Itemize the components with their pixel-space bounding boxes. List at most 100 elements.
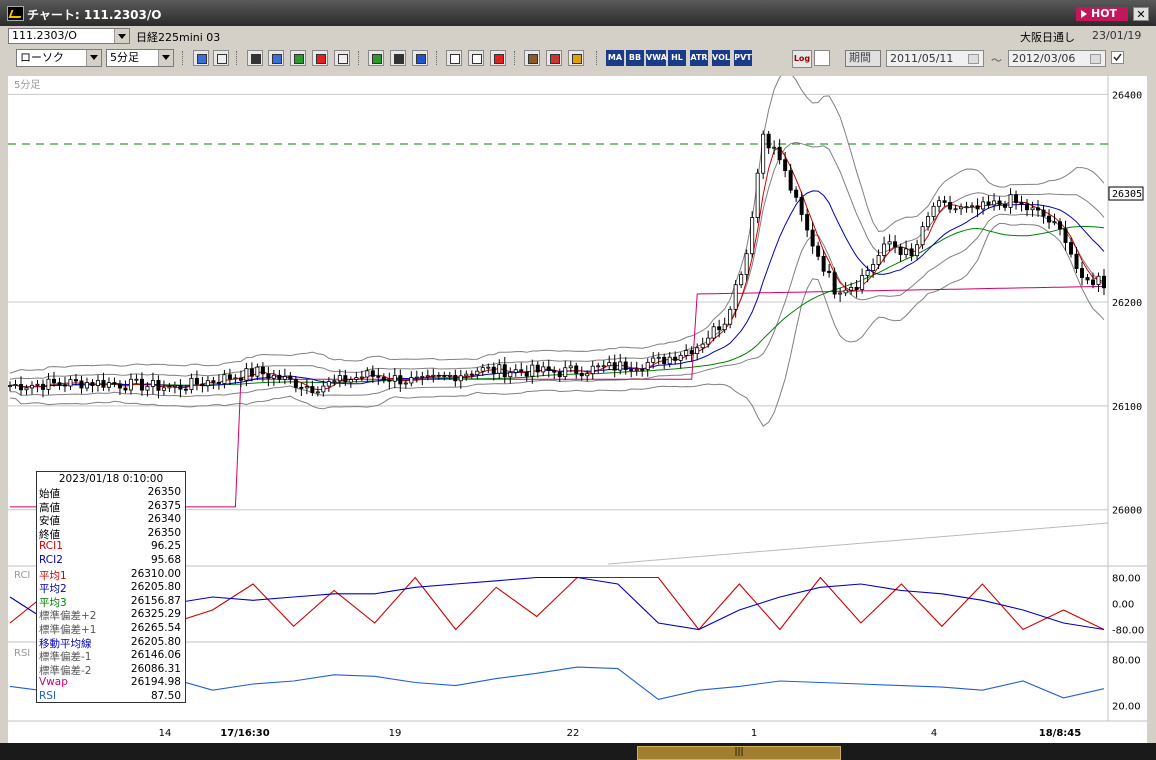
indicator-button-ma[interactable]: MA bbox=[606, 50, 624, 66]
wrench-icon[interactable] bbox=[546, 50, 562, 66]
candle-body bbox=[706, 337, 711, 345]
candle-body bbox=[1008, 194, 1013, 208]
candle-body bbox=[728, 308, 733, 325]
chevron-down-icon[interactable] bbox=[158, 50, 173, 66]
candle-body bbox=[227, 374, 232, 380]
indicator-button-pvt[interactable]: PVT bbox=[734, 50, 752, 66]
candle-body bbox=[557, 371, 562, 377]
x-axis-label: 4 bbox=[931, 728, 937, 739]
warning-icon[interactable] bbox=[334, 50, 350, 66]
chevron-down-icon[interactable] bbox=[86, 50, 101, 66]
toolbar-separator bbox=[236, 51, 239, 65]
calendar-icon[interactable] bbox=[968, 54, 979, 64]
info-key: RCI2 bbox=[39, 554, 63, 566]
palette-icon[interactable] bbox=[568, 50, 584, 66]
candle-body bbox=[755, 172, 760, 218]
hot-button[interactable]: HOT bbox=[1076, 7, 1128, 21]
candle-body bbox=[359, 376, 364, 379]
candle-body bbox=[134, 378, 139, 381]
grab-icon-glyph bbox=[251, 54, 261, 64]
calendar-icon[interactable] bbox=[1090, 54, 1101, 64]
info-row: 平均2 26205.80 bbox=[39, 581, 181, 595]
candle-body bbox=[563, 367, 568, 377]
candle-right-icon[interactable] bbox=[468, 50, 484, 66]
date-to-field[interactable]: 2012/03/06 bbox=[1008, 50, 1106, 67]
candle-body bbox=[315, 391, 320, 394]
candle-body bbox=[1063, 228, 1068, 243]
chart-type-select[interactable]: ローソク bbox=[16, 49, 102, 67]
crosshair-icon[interactable] bbox=[213, 50, 229, 66]
candle-body bbox=[805, 214, 810, 231]
candle-body bbox=[1025, 203, 1030, 211]
candle-body bbox=[678, 354, 683, 361]
candle-body bbox=[717, 326, 722, 331]
interval-value: 5分足 bbox=[110, 51, 139, 64]
candle-body bbox=[271, 374, 276, 379]
grab-icon[interactable] bbox=[247, 50, 263, 66]
symbol-code-select[interactable]: 111.2303/O bbox=[8, 28, 130, 44]
all-icon-glyph bbox=[494, 54, 504, 64]
candle-body bbox=[51, 378, 56, 384]
candle-body bbox=[40, 383, 45, 390]
instrument-name: 日経225mini 03 bbox=[136, 31, 221, 44]
candle-body bbox=[106, 382, 111, 388]
candle-body bbox=[161, 387, 166, 391]
info-row: RCI2 95.68 bbox=[39, 554, 181, 567]
chevron-down-icon[interactable] bbox=[114, 29, 129, 43]
candle-body bbox=[260, 366, 265, 375]
date-from-field[interactable]: 2011/05/11 bbox=[886, 50, 984, 67]
info-row: 標準偏差+2 26325.29 bbox=[39, 608, 181, 622]
indicator-button-atr[interactable]: ATR bbox=[690, 50, 708, 66]
undo-icon[interactable] bbox=[412, 50, 428, 66]
candle-body bbox=[508, 372, 513, 378]
range-mode-button[interactable]: 期間 bbox=[845, 50, 881, 67]
indicator-button-bb[interactable]: BB bbox=[626, 50, 644, 66]
candle-body bbox=[1014, 194, 1019, 203]
zoom-icon[interactable] bbox=[193, 50, 209, 66]
crosshair-icon-glyph bbox=[217, 54, 227, 64]
interval-select[interactable]: 5分足 bbox=[106, 49, 174, 67]
candle-body bbox=[46, 378, 51, 390]
close-button[interactable]: ✕ bbox=[1133, 7, 1149, 21]
candle-body bbox=[926, 216, 931, 228]
window-title: チャート: 111.2303/O bbox=[27, 8, 162, 22]
export-icon[interactable] bbox=[814, 50, 830, 66]
candle-body bbox=[865, 270, 870, 276]
gear-icon[interactable] bbox=[524, 50, 540, 66]
candle-body bbox=[117, 383, 122, 389]
bar-chart-icon[interactable] bbox=[290, 50, 306, 66]
candle-body bbox=[629, 369, 634, 371]
indicator-button-hl[interactable]: HL bbox=[668, 50, 686, 66]
candle-body bbox=[546, 366, 551, 371]
cursor-icon[interactable] bbox=[390, 50, 406, 66]
date-to-value: 2012/03/06 bbox=[1012, 52, 1076, 65]
horizontal-scrollbar[interactable] bbox=[0, 743, 1156, 760]
pen-icon[interactable] bbox=[368, 50, 384, 66]
indicator-button-vol[interactable]: VOL bbox=[712, 50, 730, 66]
candle-body bbox=[904, 248, 909, 256]
search-chart-icon[interactable] bbox=[268, 50, 284, 66]
info-value: 26325.29 bbox=[130, 608, 181, 621]
candle-body bbox=[376, 375, 381, 378]
scrollbar-thumb[interactable]: ||| bbox=[637, 746, 841, 760]
session-label: 大阪日通し bbox=[1020, 31, 1075, 44]
info-value: 26086.31 bbox=[130, 662, 181, 675]
candle-body bbox=[1096, 275, 1101, 285]
candle-icon[interactable] bbox=[312, 50, 328, 66]
x-axis-label: 19 bbox=[389, 728, 402, 739]
indicator-button-log[interactable]: Log bbox=[792, 50, 812, 68]
candle-body bbox=[321, 385, 326, 393]
candle-body bbox=[447, 374, 452, 377]
candle-left-icon[interactable] bbox=[446, 50, 462, 66]
candle-body bbox=[480, 367, 485, 372]
indicator-button-vwap[interactable]: VWAP bbox=[646, 50, 673, 66]
candle-body bbox=[827, 270, 832, 274]
candle-body bbox=[409, 377, 414, 384]
candle-body bbox=[150, 380, 155, 387]
candle-body bbox=[953, 208, 958, 211]
candle-body bbox=[601, 365, 606, 368]
apply-checkbox[interactable] bbox=[1111, 51, 1124, 64]
all-icon[interactable] bbox=[490, 50, 506, 66]
candle-body bbox=[84, 382, 89, 389]
candle-body bbox=[893, 241, 898, 248]
